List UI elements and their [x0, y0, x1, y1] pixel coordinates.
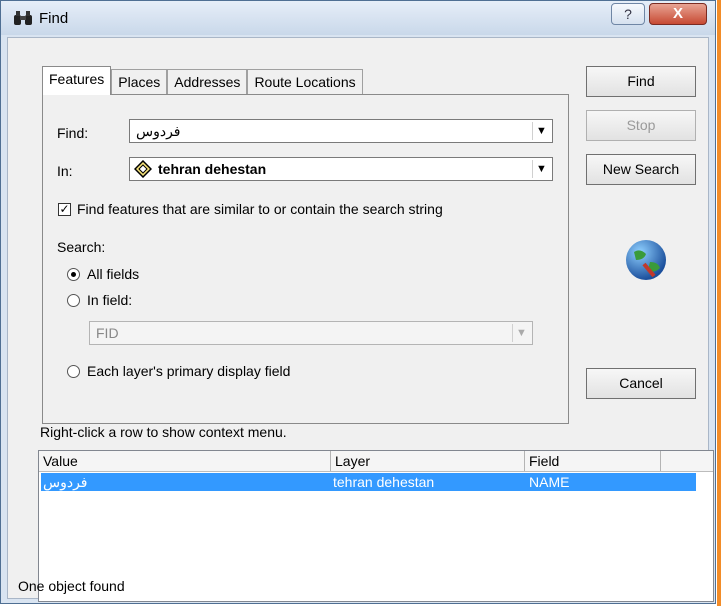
tab-features[interactable]: Features — [42, 66, 112, 95]
similar-search-label[interactable]: Find features that are similar to or con… — [77, 201, 443, 217]
column-header-layer[interactable]: Layer — [331, 451, 525, 471]
binoculars-icon — [14, 11, 32, 25]
features-tab-panel: Find: فردوس ▼ In: tehran dehestan ▼ ✓ Fi… — [42, 94, 569, 424]
primary-field-label[interactable]: Each layer's primary display field — [87, 363, 290, 379]
all-fields-radio[interactable] — [67, 268, 80, 281]
find-combobox[interactable]: فردوس ▼ — [129, 119, 553, 143]
stop-button[interactable]: Stop — [586, 110, 696, 141]
all-fields-label[interactable]: All fields — [87, 266, 139, 282]
in-layer-combobox[interactable]: tehran dehestan ▼ — [129, 157, 553, 181]
cell-layer: tehran dehestan — [333, 474, 435, 490]
find-button[interactable]: Find — [586, 66, 696, 97]
cell-value: فردوس — [43, 474, 88, 490]
new-search-button[interactable]: New Search — [586, 154, 696, 185]
layer-polygon-icon — [134, 160, 152, 178]
find-dialog: Find ? X Features Places Addresses Route… — [0, 0, 716, 604]
field-select-value: FID — [96, 325, 119, 341]
in-layer-value: tehran dehestan — [158, 161, 267, 177]
field-select[interactable]: FID ▼ — [89, 321, 533, 345]
column-header-value[interactable]: Value — [39, 451, 331, 471]
similar-search-checkbox[interactable]: ✓ — [58, 203, 71, 216]
status-bar-text: One object found — [18, 578, 125, 594]
chevron-down-icon[interactable]: ▼ — [532, 160, 550, 178]
background-decoration — [717, 0, 721, 606]
dialog-client-area: Features Places Addresses Route Location… — [7, 37, 714, 602]
find-value: فردوس — [136, 123, 181, 139]
in-field-radio[interactable] — [67, 294, 80, 307]
chevron-down-icon[interactable]: ▼ — [512, 324, 530, 342]
chevron-down-icon[interactable]: ▼ — [532, 122, 550, 140]
cell-field: NAME — [529, 474, 570, 490]
table-row[interactable]: فردوس tehran dehestan NAME — [41, 473, 696, 491]
search-group-label: Search: — [57, 239, 106, 255]
cancel-button[interactable]: Cancel — [586, 368, 696, 399]
window-title: Find — [39, 10, 69, 27]
tab-route-locations[interactable]: Route Locations — [247, 69, 363, 94]
globe-search-icon — [626, 240, 666, 280]
column-header-field[interactable]: Field — [525, 451, 661, 471]
results-list[interactable]: Value Layer Field فردوس tehran dehestan … — [38, 450, 714, 602]
in-field-label[interactable]: In field: — [87, 292, 132, 308]
help-button[interactable]: ? — [611, 3, 645, 25]
results-header: Value Layer Field — [39, 451, 713, 472]
tab-addresses[interactable]: Addresses — [167, 69, 248, 94]
in-label: In: — [57, 163, 73, 179]
tab-places[interactable]: Places — [111, 69, 168, 94]
find-label: Find: — [57, 125, 89, 141]
results-hint: Right-click a row to show context menu. — [40, 424, 287, 440]
primary-field-radio[interactable] — [67, 365, 80, 378]
close-button[interactable]: X — [649, 3, 707, 25]
title-bar[interactable]: Find ? X — [1, 1, 715, 35]
tab-strip: Features Places Addresses Route Location… — [42, 66, 363, 95]
